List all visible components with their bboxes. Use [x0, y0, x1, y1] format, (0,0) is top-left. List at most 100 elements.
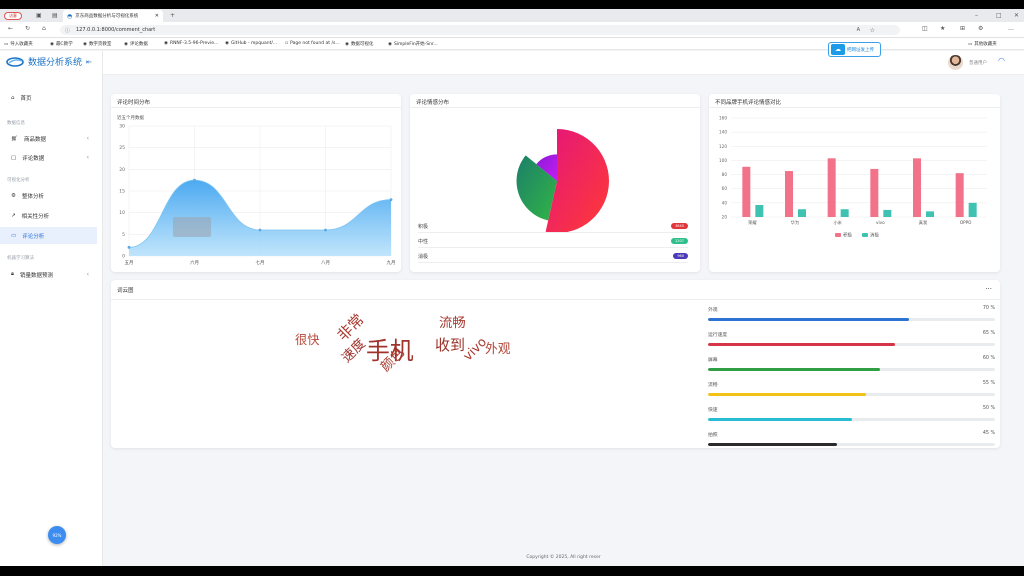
url-input[interactable]: ⓘ 127.0.0.1:8000/comment_chart A ☆ — [60, 25, 900, 35]
wordcloud-card: 词云图 ... 手机 非常 很快 速度 颜色 收到 流畅 vivo 外观 外观 70 % 运行速度 6… — [111, 280, 1000, 448]
close-tab-icon[interactable]: ✕ — [155, 13, 159, 19]
bookmark-item[interactable]: ◉ 评论数据 — [124, 41, 148, 48]
bookmark-item[interactable]: ◉ 数据可视化 — [345, 41, 373, 48]
y-tick-label: 120 — [719, 144, 727, 149]
word-cloud-word: 外观 — [485, 342, 511, 357]
legend-label: 消极 — [870, 232, 879, 239]
keyword-label: 流畅 — [708, 383, 718, 388]
count-badge: 3645 — [671, 223, 688, 229]
bookmark-icon: ◉ — [345, 41, 349, 47]
sidebar-item-comments[interactable]: ▢ 评论数据 ‹ — [0, 149, 97, 166]
loading-spinner-icon: ◠ — [998, 56, 1005, 65]
bar[interactable] — [955, 173, 964, 217]
data-point[interactable] — [389, 198, 393, 202]
bar-chart: 20 40 60 80 100 120 140 160 荣耀 华为 小米 vivo 真我 OPPO 积极 消极 — [719, 116, 987, 239]
close-window-icon[interactable]: ✕ — [1014, 12, 1019, 19]
keyword-label: 外观 — [708, 308, 718, 313]
progress-track — [708, 443, 995, 446]
keyword-row: 拍照 45 % — [708, 431, 998, 455]
data-point[interactable] — [127, 245, 131, 249]
sidebar-item-overall[interactable]: ⚙ 整体分析 — [0, 187, 97, 204]
bookmark-item[interactable]: ◉ RNNF-3.5-96-Previe... — [164, 41, 218, 46]
minimize-icon[interactable]: – — [975, 12, 978, 19]
avatar[interactable] — [948, 55, 963, 70]
bookmark-item[interactable]: ◉ GitHub - mpquant/... — [225, 41, 277, 46]
progress-fill — [708, 318, 909, 321]
folder-icon: ▭ — [968, 41, 973, 47]
bookmark-folder-other[interactable]: ▭ 其他收藏夹 — [968, 41, 997, 48]
bookmark-item[interactable]: ◉ 最C教学 — [50, 41, 73, 48]
x-tick-label: vivo — [876, 220, 885, 225]
tab-bar: 访客 ▣ ▤ ◓ 京东商品数据分析与可视化系统 ✕ + – □ ✕ — [0, 9, 1024, 22]
top-header: ☁ 把网址发上传 普通用户 ◠ — [103, 42, 1024, 75]
back-icon[interactable]: ← — [8, 25, 13, 32]
bookmark-item[interactable]: ◉ SimpleFin开始-Snr... — [388, 41, 438, 48]
x-tick-label: 真我 — [919, 219, 928, 226]
bar[interactable] — [926, 211, 934, 217]
sidebar-item-products[interactable]: 🛒︎ 商品数据 ‹ — [0, 130, 97, 147]
progress-fill — [708, 418, 852, 421]
bar[interactable] — [827, 158, 836, 217]
new-tab-icon[interactable]: + — [170, 12, 175, 19]
bookmark-item[interactable]: ▭ 导入收藏夹 — [4, 41, 33, 48]
keyword-row: 流畅 55 % — [708, 381, 998, 405]
chevron-left-icon: ‹ — [86, 154, 89, 161]
extensions-icon[interactable]: ⚙ — [978, 25, 983, 32]
y-tick-label: 100 — [719, 158, 727, 163]
favicon-icon: ◓ — [67, 12, 73, 20]
bar[interactable] — [798, 209, 806, 217]
progress-fill — [708, 393, 866, 396]
tab-actions-icon[interactable]: ▤ — [52, 12, 58, 19]
favorite-star-icon[interactable]: ☆ — [870, 27, 875, 34]
data-point[interactable] — [193, 178, 196, 182]
bar[interactable] — [755, 204, 764, 217]
data-point[interactable] — [324, 228, 327, 232]
maximize-icon[interactable]: □ — [996, 12, 1002, 19]
bookmark-item[interactable]: ◉ 数字货教室 — [83, 41, 111, 48]
keyword-percent: 55 % — [982, 381, 995, 386]
workspaces-icon[interactable]: ▣ — [36, 12, 42, 19]
sidebar-item-comment-analysis[interactable]: ▭ 评论分析 — [0, 227, 97, 244]
user-name[interactable]: 普通用户 — [969, 60, 987, 66]
upload-button[interactable]: ☁ 把网址发上传 — [828, 42, 881, 57]
favorites-icon[interactable]: ★ — [940, 25, 945, 32]
split-screen-icon[interactable]: ◫ — [922, 25, 928, 32]
chevron-left-icon: ‹ — [86, 271, 89, 278]
active-tab[interactable]: ◓ 京东商品数据分析与可视化系统 ✕ — [63, 10, 163, 22]
profile-button[interactable]: 访客 — [4, 9, 22, 22]
bar[interactable] — [785, 171, 793, 217]
progress-track — [708, 343, 995, 346]
bookmark-item[interactable]: ▫ Page not found at /s... — [285, 41, 340, 46]
reload-icon[interactable]: ↻ — [25, 25, 30, 32]
sidebar-item-home[interactable]: ⌂ 首页 — [0, 89, 97, 106]
y-tick-label: 25 — [119, 145, 125, 151]
bar[interactable] — [840, 209, 849, 217]
bar[interactable] — [913, 158, 921, 217]
home-icon[interactable]: ⌂ — [42, 25, 46, 32]
bar[interactable] — [870, 168, 879, 217]
settings-more-icon[interactable]: … — [1008, 25, 1014, 32]
progress-fill — [708, 343, 895, 346]
y-tick-label: 30 — [119, 124, 125, 130]
app: 数据分析系统 ⇤ ⌂ 首页 数据信息 🛒︎ 商品数据 ‹ ▢ 评论数据 ‹ 可视化分析 ⚙… — [0, 42, 1024, 566]
folder-icon: ▭ — [4, 41, 9, 47]
data-point[interactable] — [258, 228, 262, 232]
floating-status-button[interactable]: 92% — [48, 526, 66, 544]
progress-track — [708, 418, 995, 421]
comment-icon: ▢ — [11, 154, 17, 161]
x-tick-label: 小米 — [833, 219, 842, 226]
more-menu-icon[interactable]: ... — [985, 283, 992, 291]
menu-fold-icon[interactable]: ⇤ — [86, 58, 92, 66]
collections-icon[interactable]: ⊞ — [960, 25, 965, 32]
bar[interactable] — [883, 209, 892, 217]
chevron-left-icon: ‹ — [86, 135, 89, 142]
sidebar-item-sales-forecast[interactable]: 🔒︎ 销量数据预测 ‹ — [0, 266, 97, 283]
sidebar-item-correlation[interactable]: ↗ 相关性分析 — [0, 207, 97, 224]
read-aloud-icon[interactable]: A — [857, 27, 860, 33]
bar[interactable] — [742, 166, 751, 217]
page-icon: ▫ — [285, 41, 289, 46]
bar[interactable] — [968, 202, 977, 217]
y-tick-label: 5 — [122, 232, 125, 238]
site-info-icon[interactable]: ⓘ — [65, 27, 70, 34]
progress-fill — [708, 443, 838, 446]
